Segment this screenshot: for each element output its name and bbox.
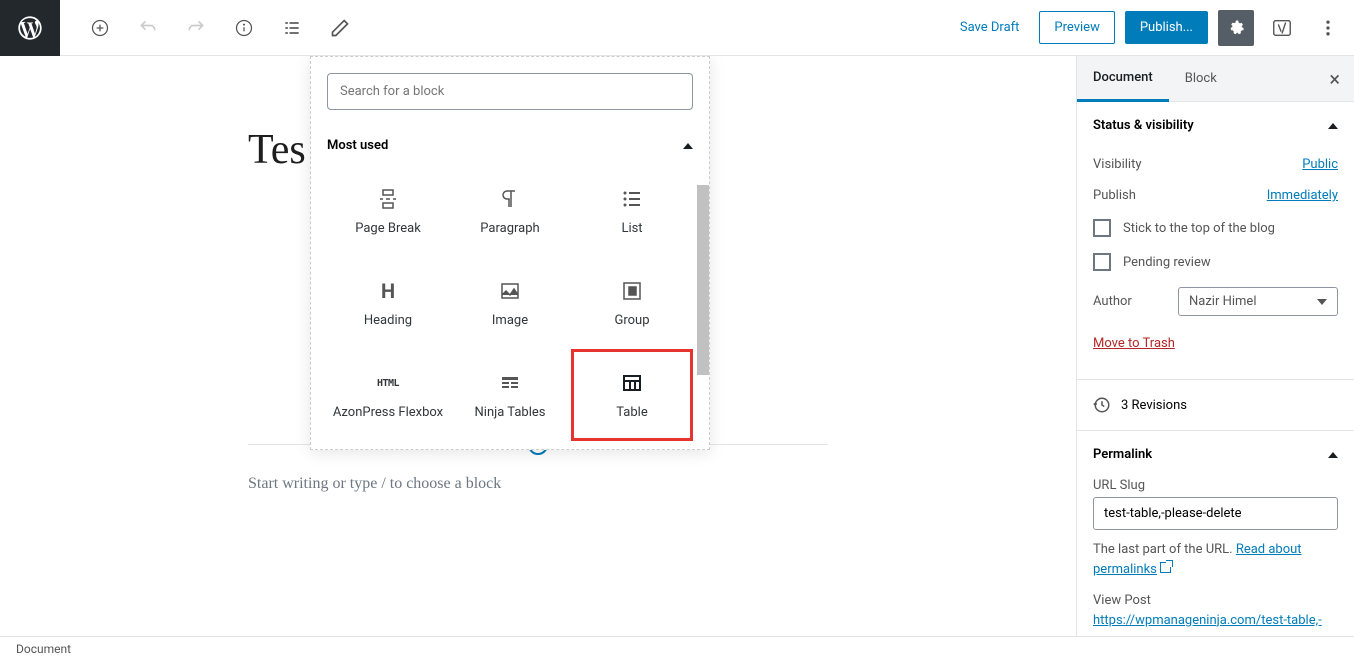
block-search-input[interactable] — [327, 73, 693, 110]
dots-vertical-icon — [1318, 18, 1338, 38]
block-image[interactable]: Image — [449, 257, 571, 349]
author-label: Author — [1093, 294, 1132, 309]
publish-label: Publish — [1093, 188, 1136, 203]
block-page-break[interactable]: Page Break — [327, 165, 449, 257]
inserter-scrollbar[interactable] — [697, 185, 709, 375]
edit-button[interactable] — [322, 10, 358, 46]
view-post-label: View Post — [1093, 591, 1338, 611]
block-label: Paragraph — [480, 221, 539, 237]
revisions-row[interactable]: 3 Revisions — [1077, 380, 1354, 431]
stick-label: Stick to the top of the blog — [1123, 221, 1275, 236]
block-label: List — [621, 221, 642, 237]
write-prompt[interactable]: Start writing or type / to choose a bloc… — [248, 475, 828, 493]
section-title: Most used — [327, 138, 388, 153]
sidebar-tabs: Document Block × — [1077, 56, 1354, 102]
ninja-tables-icon — [498, 371, 522, 395]
info-button[interactable] — [226, 10, 262, 46]
undo-button[interactable] — [130, 10, 166, 46]
block-azonpress[interactable]: HTML AzonPress Flexbox — [327, 349, 449, 441]
breadcrumb-text: Document — [16, 642, 71, 656]
table-icon — [620, 371, 644, 395]
block-label: Table — [616, 405, 647, 421]
outline-button[interactable] — [274, 10, 310, 46]
block-list[interactable]: List — [571, 165, 693, 257]
pending-checkbox[interactable] — [1093, 253, 1111, 271]
block-label: Heading — [364, 313, 412, 329]
list-icon — [620, 187, 644, 211]
pending-label: Pending review — [1123, 255, 1211, 270]
block-inserter-panel: Most used Page Break Paragraph List — [310, 56, 710, 450]
visibility-value[interactable]: Public — [1302, 157, 1338, 172]
help-text: The last part of the URL. — [1093, 542, 1236, 557]
block-label: Page Break — [355, 221, 421, 237]
gear-icon — [1226, 18, 1246, 38]
panel-title: Status & visibility — [1093, 118, 1194, 133]
chevron-down-icon — [1317, 299, 1327, 305]
slug-label: URL Slug — [1093, 478, 1338, 493]
chevron-up-icon — [1328, 452, 1338, 458]
history-icon — [1093, 396, 1111, 414]
revisions-label: 3 Revisions — [1121, 398, 1187, 413]
group-icon — [620, 279, 644, 303]
author-select[interactable]: Nazir Himel — [1178, 287, 1338, 316]
tool-group-left — [60, 10, 360, 46]
page-break-icon — [376, 187, 400, 211]
paragraph-icon — [498, 187, 522, 211]
block-label: Ninja Tables — [475, 405, 546, 421]
block-table[interactable]: Table — [571, 349, 693, 441]
settings-button[interactable] — [1218, 10, 1254, 46]
block-label: AzonPress Flexbox — [333, 405, 443, 421]
redo-button[interactable] — [178, 10, 214, 46]
wordpress-icon — [16, 14, 44, 42]
url-slug-input[interactable] — [1093, 497, 1338, 530]
yoast-button[interactable] — [1264, 10, 1300, 46]
external-link-icon — [1160, 562, 1171, 573]
yoast-icon — [1271, 17, 1293, 39]
author-value: Nazir Himel — [1189, 294, 1256, 309]
status-visibility-panel: Status & visibility Visibility Public Pu… — [1077, 102, 1354, 380]
top-toolbar: Save Draft Preview Publish... — [0, 0, 1354, 56]
visibility-label: Visibility — [1093, 157, 1142, 172]
panel-title: Permalink — [1093, 447, 1152, 462]
view-post-url[interactable]: https://wpmanageninja.com/test-table,- — [1093, 613, 1322, 628]
block-label: Group — [614, 313, 649, 329]
block-paragraph[interactable]: Paragraph — [449, 165, 571, 257]
block-ninja-tables[interactable]: Ninja Tables — [449, 349, 571, 441]
more-menu-button[interactable] — [1310, 10, 1346, 46]
add-block-button[interactable] — [82, 10, 118, 46]
most-used-header[interactable]: Most used — [311, 126, 709, 165]
topbar-right: Save Draft Preview Publish... — [950, 10, 1354, 46]
status-panel-header[interactable]: Status & visibility — [1077, 102, 1354, 149]
chevron-up-icon — [683, 143, 693, 149]
preview-button[interactable]: Preview — [1039, 11, 1114, 44]
sidebar-scrollbar[interactable] — [1076, 56, 1077, 136]
editor-canvas: Tes + Start writing or type / to choose … — [0, 56, 1076, 636]
block-label: Image — [492, 313, 528, 329]
publish-button[interactable]: Publish... — [1125, 11, 1208, 44]
permalink-panel: Permalink URL Slug The last part of the … — [1077, 431, 1354, 636]
tab-block[interactable]: Block — [1169, 57, 1233, 100]
close-sidebar-button[interactable]: × — [1315, 67, 1354, 91]
block-group[interactable]: Group — [571, 257, 693, 349]
settings-sidebar: Document Block × Status & visibility Vis… — [1076, 56, 1354, 636]
image-icon — [498, 279, 522, 303]
footer-breadcrumb: Document — [0, 636, 1354, 660]
heading-icon: H — [381, 279, 395, 303]
html-icon: HTML — [377, 378, 399, 389]
publish-value[interactable]: Immediately — [1267, 188, 1338, 203]
chevron-up-icon — [1328, 123, 1338, 129]
block-heading[interactable]: H Heading — [327, 257, 449, 349]
tab-document[interactable]: Document — [1077, 56, 1169, 102]
wordpress-logo[interactable] — [0, 0, 60, 56]
permalink-panel-header[interactable]: Permalink — [1077, 431, 1354, 478]
move-to-trash-link[interactable]: Move to Trash — [1093, 324, 1175, 363]
save-draft-button[interactable]: Save Draft — [950, 14, 1030, 41]
stick-checkbox[interactable] — [1093, 219, 1111, 237]
